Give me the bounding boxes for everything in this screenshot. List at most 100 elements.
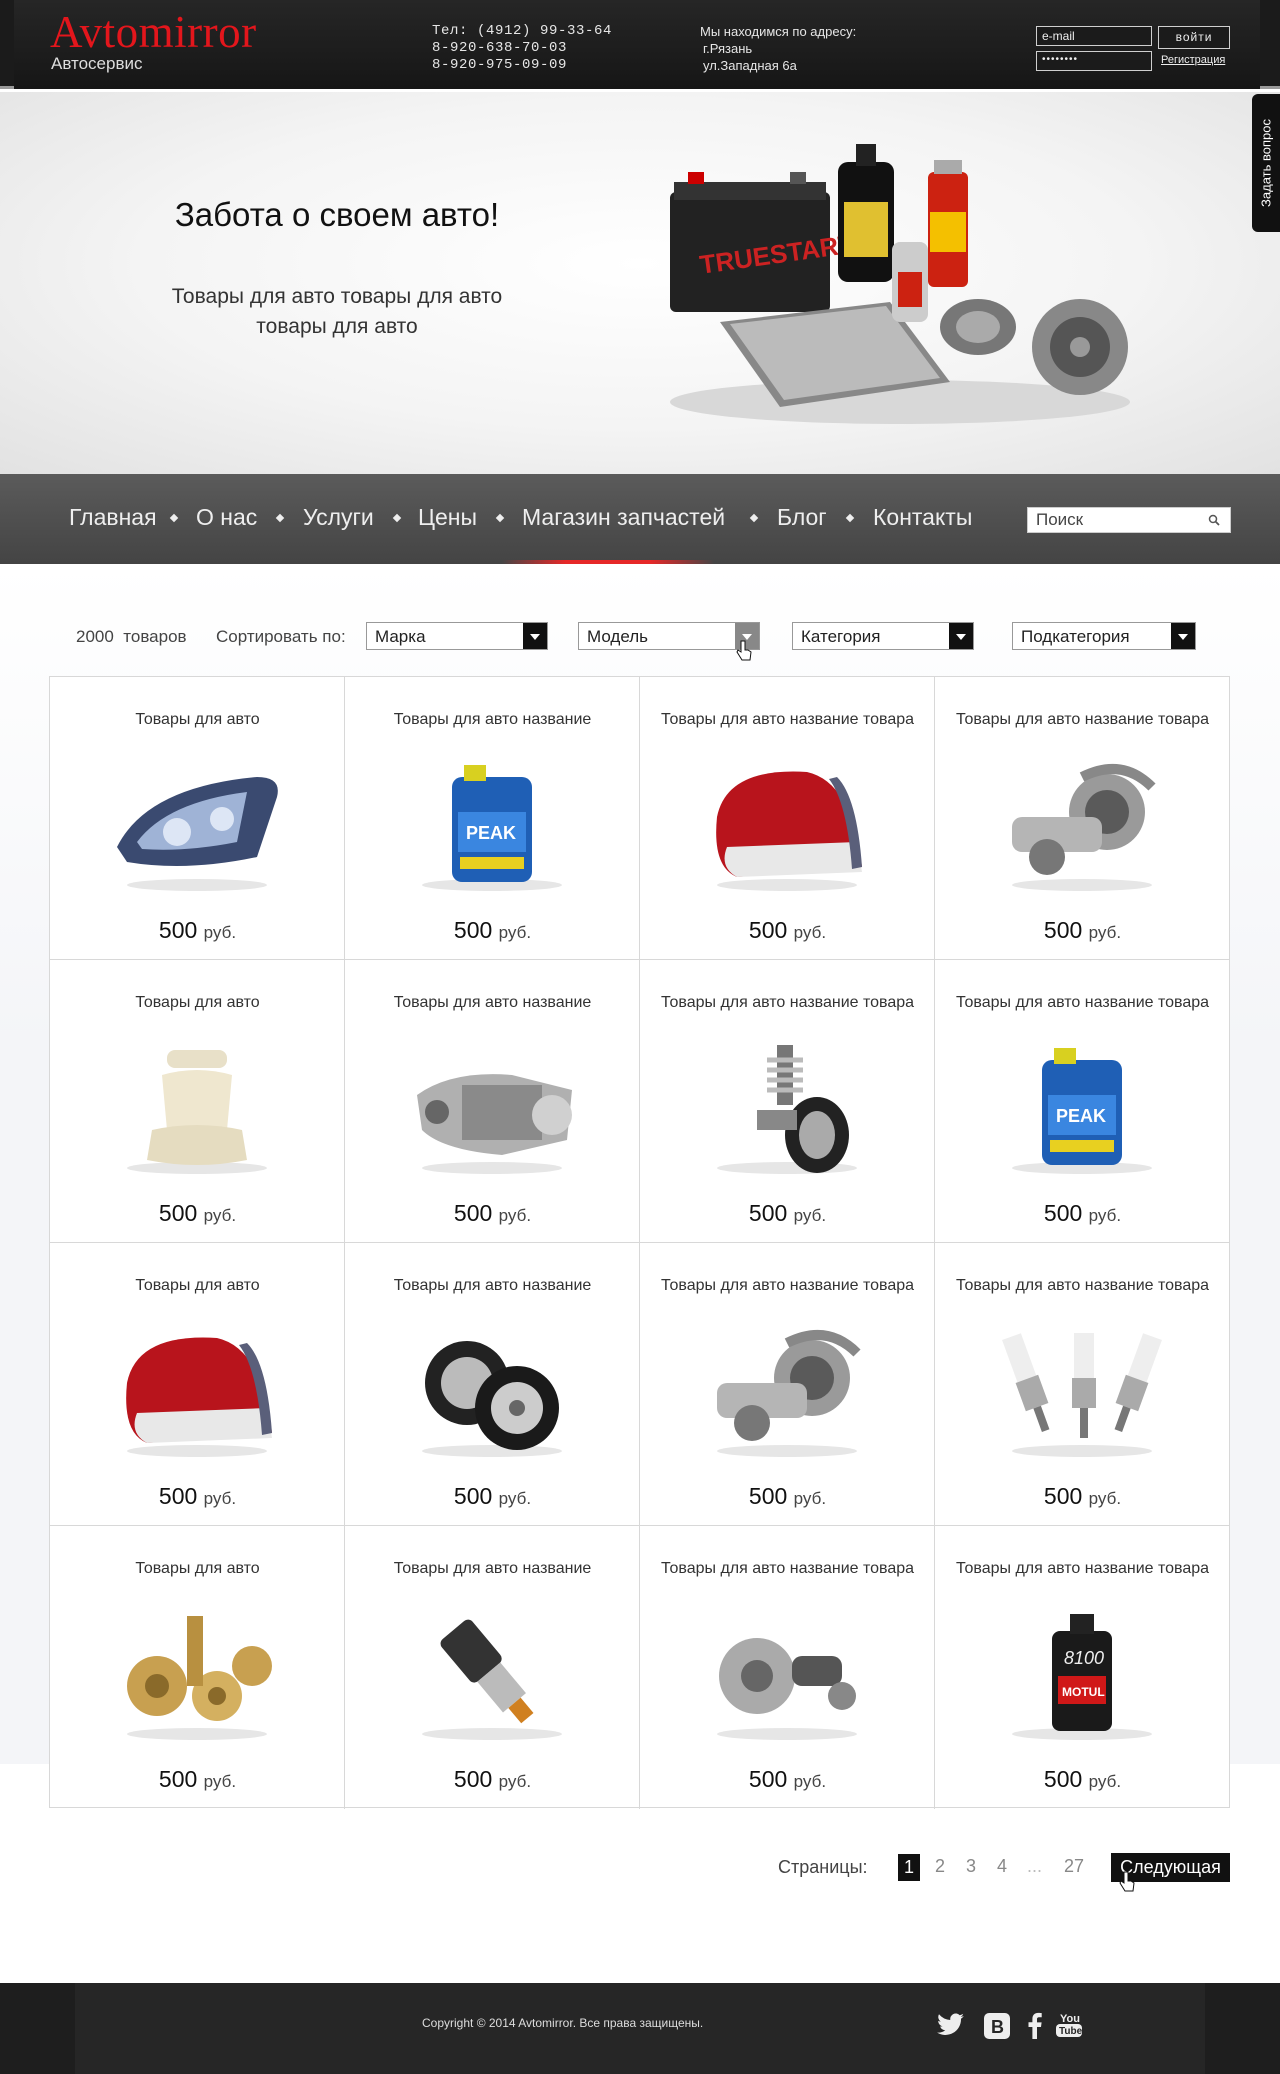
count-value: 2000 (76, 627, 114, 646)
ask-question-tab[interactable]: Задать вопрос (1252, 94, 1280, 232)
price-value: 500 (158, 1200, 198, 1226)
product-card[interactable]: Товары для авто название товара 500 руб. (640, 1243, 935, 1526)
youtube-icon[interactable]: YouTube (1052, 2008, 1086, 2042)
price-currency: руб. (498, 1206, 532, 1225)
product-title[interactable]: Товары для авто название товара (650, 1558, 925, 1579)
product-title[interactable]: Товары для авто название (355, 992, 630, 1013)
email-field[interactable]: e-mail (1036, 26, 1152, 46)
vk-icon[interactable]: B (980, 2008, 1014, 2042)
wheels-icon[interactable] (402, 1323, 582, 1458)
brakes-icon[interactable] (697, 1606, 877, 1741)
page-1[interactable]: 1 (898, 1854, 920, 1881)
product-card[interactable]: Товары для авто 500 руб. (50, 960, 345, 1243)
seat-icon[interactable] (107, 1040, 287, 1175)
nav-item-home[interactable]: Главная (69, 504, 157, 531)
taillight-icon[interactable] (107, 1323, 287, 1458)
product-card[interactable]: Товары для авто название 500 руб. (345, 960, 640, 1243)
subcategory-select[interactable]: Подкатегория (1012, 622, 1196, 650)
twitter-icon[interactable] (933, 2008, 967, 2042)
product-title[interactable]: Товары для авто (60, 709, 335, 730)
price-value: 500 (1043, 917, 1083, 943)
product-title[interactable]: Товары для авто название товара (650, 1275, 925, 1296)
product-card[interactable]: Товары для авто название PEAK 500 руб. (345, 677, 640, 960)
suspension-icon[interactable] (697, 1040, 877, 1175)
product-card[interactable]: Товары для авто название 500 руб. (345, 1526, 640, 1809)
product-card[interactable]: Товары для авто название товара 500 руб. (640, 960, 935, 1243)
product-card[interactable]: Товары для авто 500 руб. (50, 1526, 345, 1809)
product-title[interactable]: Товары для авто (60, 992, 335, 1013)
search-icon[interactable] (1208, 514, 1220, 526)
product-title[interactable]: Товары для авто название (355, 1558, 630, 1579)
product-card[interactable]: Товары для авто 500 руб. (50, 677, 345, 960)
page-3[interactable]: 3 (966, 1856, 976, 1877)
product-price: 500 руб. (50, 1200, 345, 1227)
nav-item-parts-shop[interactable]: Магазин запчастей (522, 504, 725, 531)
price-value: 500 (1043, 1200, 1083, 1226)
product-card[interactable]: Товары для авто название товара 500 руб. (640, 677, 935, 960)
nav-item-contacts[interactable]: Контакты (873, 504, 972, 531)
transmission-icon[interactable] (402, 1040, 582, 1175)
password-field[interactable]: •••••••• (1036, 51, 1152, 71)
svg-text:PEAK: PEAK (466, 823, 516, 843)
product-title[interactable]: Товары для авто (60, 1558, 335, 1579)
count-label: товаров (123, 627, 187, 646)
product-title[interactable]: Товары для авто название товара (650, 709, 925, 730)
model-select[interactable]: Модель (578, 622, 760, 650)
price-value: 500 (453, 1766, 493, 1792)
brand-select[interactable]: Марка (366, 622, 548, 650)
search-input[interactable]: Поиск (1027, 507, 1231, 533)
product-title[interactable]: Товары для авто название товара (945, 1275, 1220, 1296)
injector-icon[interactable] (402, 1606, 582, 1741)
turbo-icon[interactable] (992, 757, 1172, 892)
product-price: 500 руб. (640, 917, 935, 944)
headlight-icon[interactable] (107, 757, 287, 892)
battery-icon: TRUESTART (670, 172, 856, 312)
page-4[interactable]: 4 (997, 1856, 1007, 1877)
product-card[interactable]: Товары для авто название товара 500 руб. (935, 677, 1229, 960)
login-button[interactable]: войти (1158, 26, 1230, 49)
price-currency: руб. (1088, 1489, 1122, 1508)
price-value: 500 (748, 1766, 788, 1792)
product-title[interactable]: Товары для авто название (355, 1275, 630, 1296)
product-title[interactable]: Товары для авто название товара (650, 992, 925, 1013)
product-price: 500 руб. (935, 1483, 1230, 1510)
price-currency: руб. (203, 1206, 237, 1225)
page-2[interactable]: 2 (935, 1856, 945, 1877)
nav-item-services[interactable]: Услуги (303, 504, 374, 531)
turbo-icon[interactable] (697, 1323, 877, 1458)
taillight-icon[interactable] (697, 757, 877, 892)
product-title[interactable]: Товары для авто (60, 1275, 335, 1296)
product-title[interactable]: Товары для авто название товара (945, 709, 1220, 730)
product-card[interactable]: Товары для авто 500 руб. (50, 1243, 345, 1526)
product-card[interactable]: Товары для авто название 500 руб. (345, 1243, 640, 1526)
product-title[interactable]: Товары для авто название (355, 709, 630, 730)
nav-item-about[interactable]: О нас (196, 504, 257, 531)
oil-icon[interactable]: MOTUL 8100 (992, 1606, 1172, 1741)
product-card[interactable]: Товары для авто название товара 500 руб. (935, 1243, 1229, 1526)
price-value: 500 (1043, 1766, 1083, 1792)
sort-label: Сортировать по: (216, 627, 346, 646)
product-card[interactable]: Товары для авто название товара MOTUL 8100… (935, 1526, 1229, 1809)
spark-plugs-icon[interactable] (992, 1323, 1172, 1458)
product-title[interactable]: Товары для авто название товара (945, 992, 1220, 1013)
svg-text:PEAK: PEAK (1056, 1106, 1106, 1126)
address-city: г.Рязань (703, 41, 753, 56)
hero-banner: Забота о своем авто! Товары для авто тов… (0, 92, 1280, 474)
coolant-icon[interactable]: PEAK (402, 757, 582, 892)
page-27[interactable]: 27 (1064, 1856, 1084, 1877)
nav-item-prices[interactable]: Цены (418, 504, 477, 531)
product-card[interactable]: Товары для авто название товара PEAK 500 р… (935, 960, 1229, 1243)
product-card[interactable]: Товары для авто название товара 500 руб. (640, 1526, 935, 1809)
register-link[interactable]: Регистрация (1161, 54, 1225, 66)
category-select[interactable]: Категория (792, 622, 974, 650)
facebook-icon[interactable] (1018, 2008, 1052, 2042)
gears-icon[interactable] (107, 1606, 287, 1741)
coolant-icon[interactable]: PEAK (992, 1040, 1172, 1175)
product-title[interactable]: Товары для авто название товара (945, 1558, 1220, 1579)
product-price: 500 руб. (50, 1766, 345, 1793)
nav-item-blog[interactable]: Блог (777, 504, 827, 531)
product-price: 500 руб. (50, 1483, 345, 1510)
price-currency: руб. (1088, 1206, 1122, 1225)
logo[interactable]: Avtomirror (50, 10, 257, 55)
model-select-value: Модель (587, 627, 649, 646)
